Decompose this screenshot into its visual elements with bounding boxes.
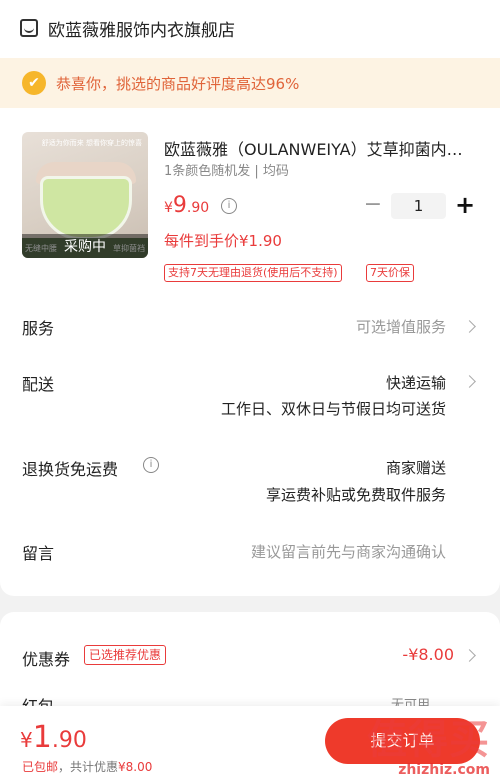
delivery-value[interactable]: 快递运输 bbox=[386, 372, 446, 393]
quantity-input[interactable]: 1 bbox=[391, 193, 446, 219]
delivery-sub: 工作日、双休日与节假日均可送货 bbox=[220, 400, 446, 418]
watermark-big: 值得买 bbox=[367, 717, 490, 763]
service-label: 服务 bbox=[22, 319, 55, 338]
product-garment-graphic bbox=[40, 176, 132, 240]
price-symbol: ¥ bbox=[164, 200, 173, 216]
total-decimal: .90 bbox=[51, 728, 87, 753]
message-input[interactable]: 建议留言前先与商家沟通确认 bbox=[251, 541, 446, 562]
checkout-note: 已包邮，共计优惠¥8.00 bbox=[22, 758, 152, 775]
watermark-small: zhizhiz.com bbox=[398, 762, 490, 778]
delivery-chevron-icon[interactable] bbox=[463, 375, 476, 388]
checkout-bar: ¥ 1 .90 已包邮，共计优惠¥8.00 提交订单 值得买 zhizhiz.c… bbox=[0, 706, 500, 780]
return-shipping-label: 退换货免运费 bbox=[22, 460, 119, 479]
price-integer: 9 bbox=[172, 193, 187, 218]
price-decimal: .90 bbox=[186, 200, 210, 216]
total-price: ¥ 1 .90 bbox=[20, 720, 87, 755]
price-info-icon[interactable]: i bbox=[221, 198, 237, 214]
delivery-label: 配送 bbox=[22, 375, 55, 394]
coupon-badge: 已选推荐优惠 bbox=[84, 645, 167, 665]
return-shipping-value: 商家赠送 bbox=[385, 459, 446, 477]
shop-name[interactable]: 欧蓝薇雅服饰内衣旗舰店 bbox=[48, 16, 235, 41]
price-protection-tag: 7天价保 bbox=[366, 264, 414, 282]
message-label: 留言 bbox=[22, 544, 55, 563]
return-shipping-sub: 享运费补贴或免费取件服务 bbox=[265, 486, 446, 504]
service-value[interactable]: 可选增值服务 bbox=[356, 316, 446, 337]
coupon-label: 优惠券 bbox=[22, 650, 71, 669]
order-card: 欧蓝薇雅服饰内衣旗舰店 ✔ 恭喜你，挑选的商品好评度高达96% 舒适为你而来 想… bbox=[0, 0, 500, 596]
quantity-decrease-button[interactable]: − bbox=[362, 194, 384, 218]
watermark-logo: 值得买 zhizhiz.com bbox=[367, 718, 490, 778]
coupon-value[interactable]: -¥8.00 bbox=[402, 645, 454, 664]
return-info-icon[interactable]: i bbox=[143, 457, 159, 473]
product-spec[interactable]: 1条颜色随机发 | 均码 bbox=[164, 160, 289, 179]
product-title[interactable]: 欧蓝薇雅（OULANWEIYA）艾草抑菌内裤女 bbox=[164, 136, 474, 160]
return-policy-tag: 支持7天无理由退货(使用后不支持) bbox=[164, 264, 342, 282]
product-image[interactable]: 舒适为你而来 想看你穿上的惊喜 无缝中腰 草抑菌裆 采购中 bbox=[22, 132, 148, 258]
product-price: ¥ 9 .90 bbox=[164, 193, 209, 218]
unit-price: 每件到手价¥1.90 bbox=[164, 232, 282, 250]
discount-label: ，共计优惠 bbox=[58, 760, 119, 774]
quantity-increase-button[interactable]: + bbox=[453, 193, 477, 219]
service-chevron-icon[interactable] bbox=[463, 320, 476, 333]
image-caption: 舒适为你而来 想看你穿上的惊喜 bbox=[41, 139, 142, 147]
praise-banner-text: 恭喜你，挑选的商品好评度高达96% bbox=[56, 74, 300, 93]
thumbs-up-icon: ✔ bbox=[22, 71, 46, 95]
free-shipping-text: 已包邮 bbox=[22, 760, 59, 774]
discount-value: ¥8.00 bbox=[118, 760, 153, 774]
store-icon bbox=[20, 19, 38, 37]
total-integer: 1 bbox=[32, 720, 52, 755]
shop-header[interactable]: 欧蓝薇雅服饰内衣旗舰店 bbox=[20, 14, 235, 42]
praise-banner: ✔ 恭喜你，挑选的商品好评度高达96% bbox=[0, 58, 500, 108]
purchasing-status: 采购中 bbox=[22, 234, 148, 258]
total-symbol: ¥ bbox=[20, 728, 33, 752]
